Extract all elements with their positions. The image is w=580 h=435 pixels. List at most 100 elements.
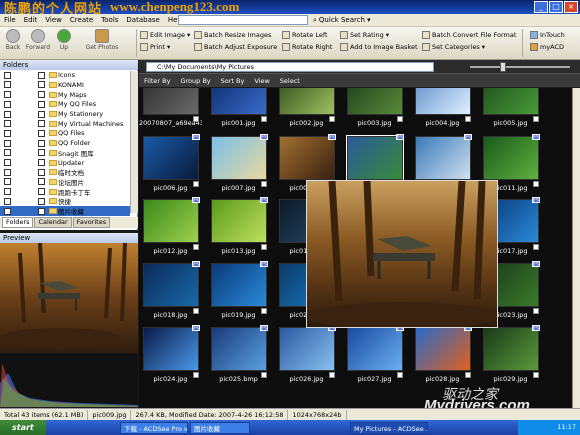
intouch-button[interactable]: InTouch — [530, 31, 565, 39]
folder-checkbox[interactable] — [4, 71, 11, 79]
folder-checkbox[interactable] — [4, 207, 11, 215]
folder-checkbox[interactable] — [4, 168, 11, 176]
thumbnail-checkbox[interactable] — [465, 116, 471, 122]
folder-item[interactable]: 图片收藏 — [0, 205, 130, 217]
thumbnail-item[interactable]: JPGpic026.jpg — [275, 324, 338, 388]
folder-checkbox[interactable] — [4, 100, 11, 108]
thumbnail-item[interactable]: JPGpic002.jpg — [275, 88, 338, 132]
folder-checkbox[interactable] — [38, 197, 45, 205]
menu-tools[interactable]: Tools — [97, 16, 122, 24]
folder-checkbox[interactable] — [4, 81, 11, 89]
thumbnail-item[interactable]: JPG pic006.jpg — [139, 133, 202, 197]
folder-checkbox[interactable] — [38, 159, 45, 167]
thumbnail-image[interactable] — [211, 199, 267, 243]
zoom-slider-knob[interactable] — [500, 62, 506, 72]
thumbnail-item[interactable]: JPG pic025.bmp — [207, 324, 270, 388]
folder-checkbox[interactable] — [4, 110, 11, 118]
start-button[interactable]: start — [0, 420, 46, 435]
thumbnail-image[interactable] — [143, 263, 199, 307]
set-rating-button[interactable]: Set Rating ▾ — [340, 31, 389, 39]
menu-database[interactable]: Database — [122, 16, 163, 24]
menu-create[interactable]: Create — [66, 16, 97, 24]
menu-view[interactable]: View — [41, 16, 66, 24]
tab-folders[interactable]: Folders — [2, 217, 34, 228]
rotate-left-button[interactable]: Rotate Left — [282, 31, 328, 39]
up-button[interactable]: Up — [51, 29, 77, 51]
print-button[interactable]: Print ▾ — [140, 43, 170, 51]
thumbnail-checkbox[interactable] — [465, 372, 471, 378]
thumbnail-item[interactable]: JPGpic001.jpg — [207, 88, 270, 132]
thumbnail-image[interactable] — [415, 136, 471, 180]
thumbnail-image[interactable] — [415, 88, 471, 115]
thumbnail-item[interactable]: JPG20070807_a69ea436... — [139, 88, 202, 132]
path-input[interactable]: C:\My Documents\My Pictures — [146, 62, 434, 72]
folder-checkbox[interactable] — [4, 149, 11, 157]
thumbnail-item[interactable]: JPGpic003.jpg — [343, 88, 406, 132]
back-button[interactable]: Back — [0, 29, 26, 51]
thumbnail-item[interactable]: JPG pic007.jpg — [207, 133, 270, 197]
thumbnail-image[interactable] — [143, 199, 199, 243]
folder-checkbox[interactable] — [38, 91, 45, 99]
thumbnail-image[interactable] — [143, 327, 199, 371]
thumbnail-item[interactable]: JPG pic018.jpg — [139, 260, 202, 324]
folder-checkbox[interactable] — [4, 91, 11, 99]
thumbnail-item[interactable]: JPGpic028.jpg — [411, 324, 474, 388]
thumbnail-image[interactable] — [347, 88, 403, 115]
group-by-button[interactable]: Group By — [175, 77, 215, 85]
folder-checkbox[interactable] — [38, 81, 45, 89]
myacd-button[interactable]: myACD — [530, 43, 564, 51]
thumbnail-image[interactable] — [143, 88, 199, 115]
folder-checkbox[interactable] — [38, 100, 45, 108]
sort-by-button[interactable]: Sort By — [216, 77, 250, 85]
batch-convert-button[interactable]: Batch Convert File Format — [422, 31, 516, 39]
batch-resize-button[interactable]: Batch Resize Images — [194, 31, 271, 39]
thumbnail-item[interactable]: JPG pic012.jpg — [139, 196, 202, 260]
folder-checkbox[interactable] — [38, 129, 45, 137]
folder-checkbox[interactable] — [38, 178, 45, 186]
thumbnail-item[interactable]: JPG pic019.jpg — [207, 260, 270, 324]
thumbnail-image[interactable] — [211, 263, 267, 307]
folder-checkbox[interactable] — [38, 149, 45, 157]
tab-calendar[interactable]: Calendar — [34, 217, 72, 228]
thumbnail-image[interactable] — [211, 327, 267, 371]
folder-checkbox[interactable] — [38, 168, 45, 176]
thumbnail-item[interactable]: JPG pic029.jpg — [479, 324, 542, 388]
close-icon[interactable]: × — [564, 1, 578, 13]
thumbnail-checkbox[interactable] — [261, 244, 267, 250]
folders-scrollbar[interactable] — [130, 71, 138, 213]
thumbnail-image[interactable] — [483, 136, 539, 180]
thumbnail-image[interactable] — [346, 135, 404, 181]
folder-checkbox[interactable] — [4, 159, 11, 167]
menu-file[interactable]: File — [0, 16, 20, 24]
set-categories-button[interactable]: Set Categories ▾ — [422, 43, 485, 51]
folder-checkbox[interactable] — [4, 188, 11, 196]
thumbnail-checkbox[interactable] — [397, 116, 403, 122]
thumbnail-checkbox[interactable] — [193, 181, 199, 187]
thumbnail-checkbox[interactable] — [261, 181, 267, 187]
thumbnail-checkbox[interactable] — [193, 244, 199, 250]
thumbnail-checkbox[interactable] — [193, 116, 199, 122]
task-acdsee-download[interactable]: 下载 - ACDSee Pro v... — [120, 421, 188, 434]
thumbnail-checkbox[interactable] — [193, 372, 199, 378]
folder-checkbox[interactable] — [4, 129, 11, 137]
thumbnail-image[interactable] — [211, 88, 267, 115]
thumbnail-checkbox[interactable] — [261, 116, 267, 122]
thumbnail-checkbox[interactable] — [193, 308, 199, 314]
thumbnail-image[interactable] — [279, 88, 335, 115]
thumbnail-image[interactable] — [279, 136, 335, 180]
task-pictures-folder[interactable]: 图片收藏 — [190, 421, 250, 434]
view-button[interactable]: View — [249, 77, 274, 85]
thumbnail-checkbox[interactable] — [533, 244, 539, 250]
thumbnail-checkbox[interactable] — [397, 372, 403, 378]
forward-button[interactable]: Forward — [25, 29, 51, 51]
folder-checkbox[interactable] — [38, 71, 45, 79]
thumbnail-checkbox[interactable] — [533, 116, 539, 122]
folder-checkbox[interactable] — [38, 120, 45, 128]
batch-adjust-button[interactable]: Batch Adjust Exposure — [194, 43, 277, 51]
menu-edit[interactable]: Edit — [20, 16, 42, 24]
folder-checkbox[interactable] — [4, 178, 11, 186]
edit-image-button[interactable]: Edit Image ▾ — [140, 31, 190, 39]
folder-checkbox[interactable] — [4, 197, 11, 205]
maximize-icon[interactable]: □ — [549, 1, 563, 13]
grid-scrollbar[interactable] — [572, 88, 580, 408]
